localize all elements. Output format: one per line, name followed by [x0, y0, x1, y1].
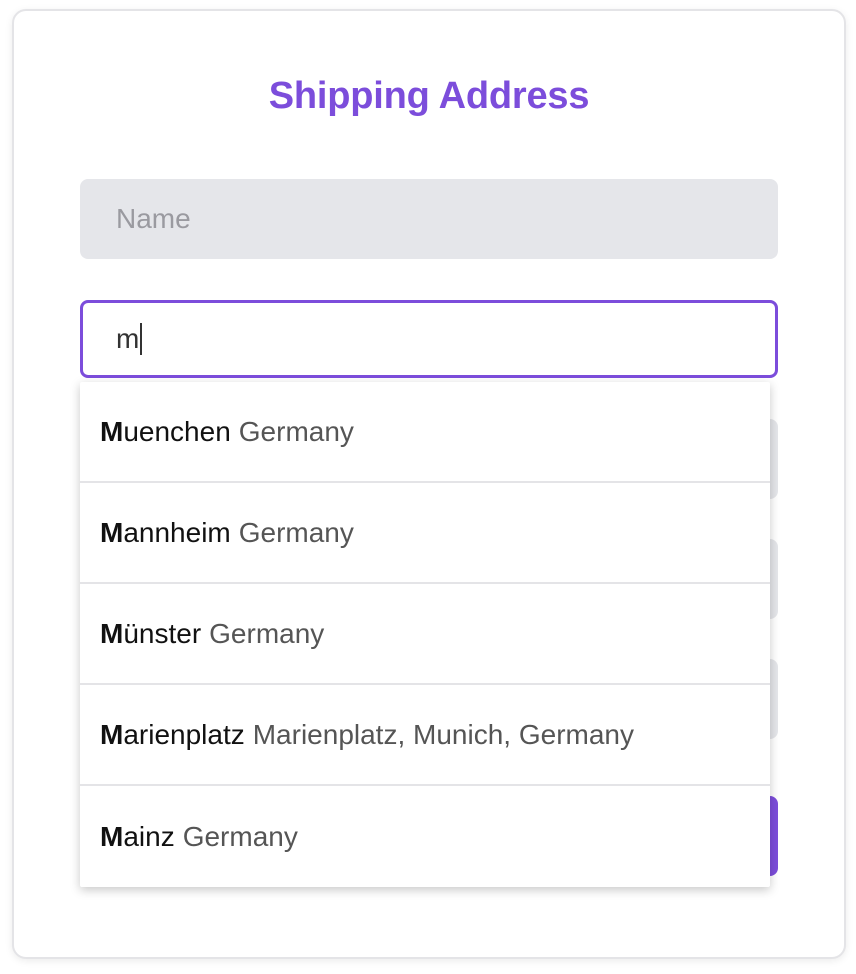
- name-input[interactable]: [80, 179, 778, 259]
- suggestion-match: M: [100, 617, 124, 649]
- suggestion-item[interactable]: Muenchen Germany: [80, 382, 770, 483]
- suggestion-item[interactable]: Marienplatz Marienplatz, Munich, Germany: [80, 685, 770, 786]
- suggestion-match: M: [100, 820, 124, 852]
- suggestion-rest: ünster: [123, 617, 202, 649]
- suggestion-rest: arienplatz: [123, 718, 245, 750]
- suggestion-item[interactable]: Mannheim Germany: [80, 483, 770, 584]
- suggestion-secondary: Germany: [238, 516, 354, 548]
- suggestion-secondary: Marienplatz, Munich, Germany: [252, 718, 634, 750]
- city-autocomplete-input[interactable]: m: [80, 300, 778, 378]
- suggestion-rest: uenchen: [123, 415, 231, 447]
- suggestion-rest: ainz: [123, 820, 175, 852]
- suggestion-secondary: Germany: [182, 820, 298, 852]
- suggestion-match: M: [100, 718, 124, 750]
- form-title: Shipping Address: [268, 75, 590, 117]
- suggestion-rest: annheim: [123, 516, 231, 548]
- shipping-address-card: Shipping Address m MuenchenGermany Mannh…: [12, 9, 846, 959]
- suggestion-item[interactable]: Mainz Germany: [80, 786, 770, 887]
- suggestion-secondary: Germany: [209, 617, 325, 649]
- text-caret: [140, 323, 143, 355]
- suggestion-match: M: [100, 516, 124, 548]
- suggestion-secondary: Germany: [238, 415, 354, 447]
- autocomplete-dropdown: Muenchen Germany Mannheim Germany Münster G…: [80, 382, 770, 887]
- city-input-value: m: [116, 323, 140, 354]
- suggestion-match: M: [100, 415, 124, 447]
- suggestion-item[interactable]: Münster Germany: [80, 584, 770, 685]
